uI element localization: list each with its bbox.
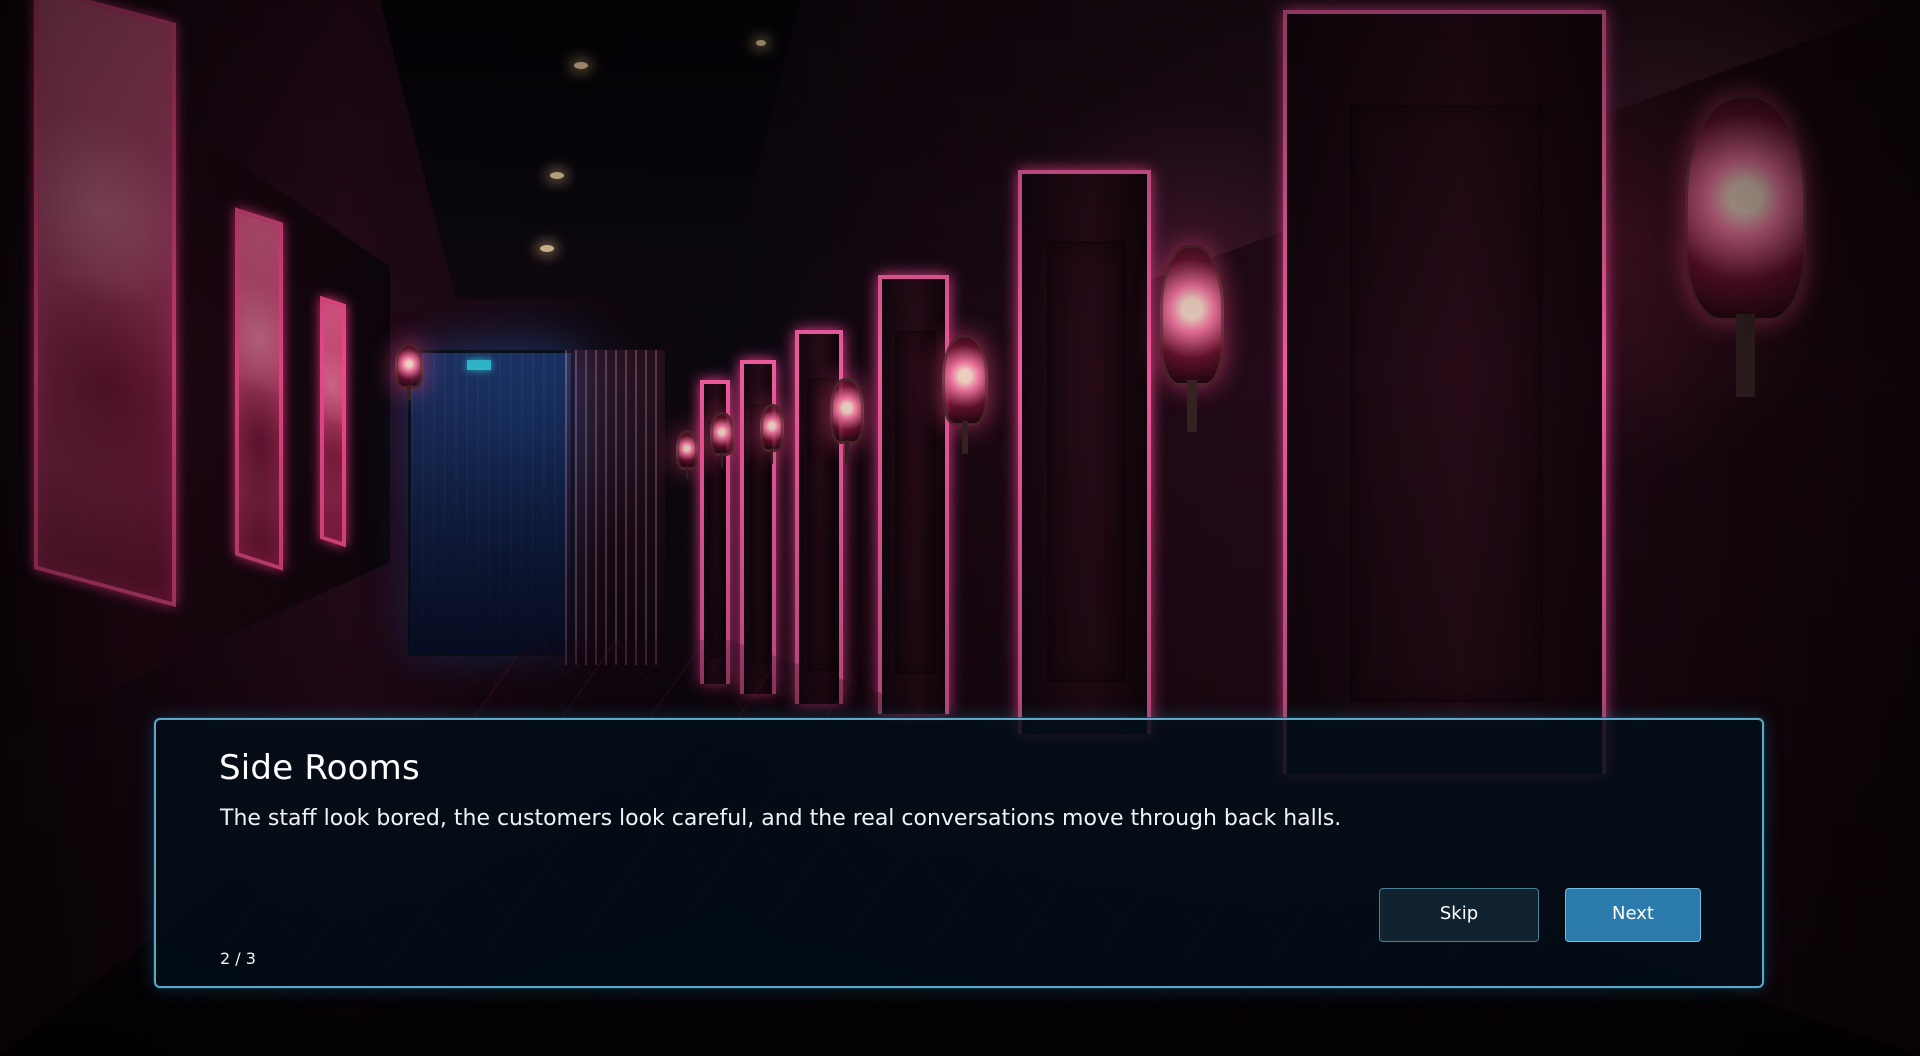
- wall-lantern-icon: [760, 404, 784, 465]
- wall-lantern-icon: [1685, 95, 1806, 398]
- hallway-scene-background: Side Rooms The staff look bored, the cus…: [0, 0, 1920, 1056]
- far-hallway-door: [408, 350, 574, 656]
- wall-lantern-icon: [395, 343, 423, 401]
- wall-lantern-icon: [676, 430, 698, 480]
- ceiling: [380, 0, 800, 300]
- side-room-door: [1283, 10, 1606, 774]
- next-button[interactable]: Next: [1565, 888, 1701, 942]
- neon-wall-panel: [320, 295, 346, 548]
- ceiling-light: [756, 40, 766, 46]
- ceiling-light: [574, 62, 588, 69]
- bead-curtain: [565, 350, 665, 665]
- wall-lantern-icon: [1160, 245, 1224, 432]
- dialogue-progress-counter: 2 / 3: [220, 949, 256, 968]
- wall-lantern-icon: [830, 378, 864, 463]
- side-room-door: [1018, 170, 1151, 734]
- dialogue-title: Side Rooms: [219, 748, 420, 788]
- dialogue-text: The staff look bored, the customers look…: [220, 806, 1342, 831]
- skip-button[interactable]: Skip: [1379, 888, 1539, 942]
- dialogue-panel: Side Rooms The staff look bored, the cus…: [154, 718, 1764, 988]
- wall-lantern-icon: [942, 335, 988, 454]
- ceiling-light: [540, 245, 554, 252]
- neon-wall-panel: [34, 0, 176, 608]
- side-room-door: [878, 275, 949, 714]
- wall-lantern-icon: [710, 412, 734, 467]
- exit-sign-icon: [467, 360, 491, 370]
- neon-wall-panel: [235, 207, 283, 571]
- ceiling-light: [550, 172, 564, 179]
